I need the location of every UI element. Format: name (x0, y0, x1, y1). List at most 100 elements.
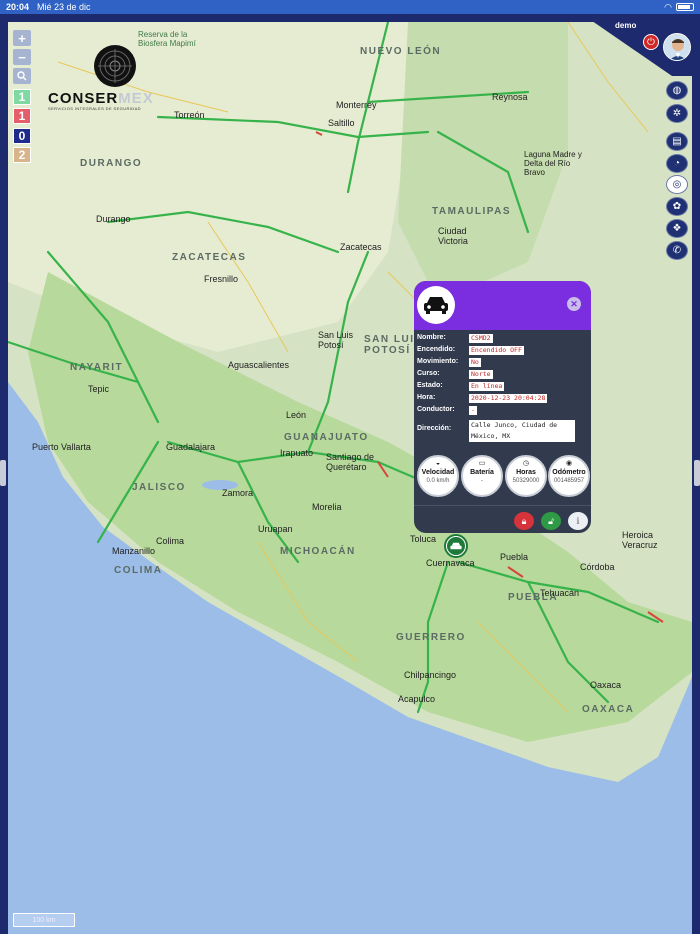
toolbar-paw[interactable]: ✿ (666, 197, 688, 216)
detail-label: Encendido: (417, 346, 456, 353)
logo-emblem (94, 45, 136, 87)
right-panel-handle[interactable] (694, 460, 700, 486)
city-label-chilpancingo: Chilpancingo (404, 670, 457, 680)
city-label-irapuato: Irapuato (280, 448, 314, 458)
state-label-durango: DURANGO (80, 158, 143, 169)
status-bar: 20:04 Mié 23 de dic ◠ (0, 0, 700, 14)
toolbar-target[interactable]: ◎ (666, 175, 688, 194)
city-label-ciudad-victoria: Ciudad Victoria (438, 226, 468, 246)
toolbar-document[interactable]: ▤ (666, 132, 688, 151)
city-label-torreon: Torreón (174, 110, 205, 120)
odometer-icon: ◉ (565, 460, 573, 467)
state-label-nayarit: NAYARIT (70, 362, 124, 373)
city-label-san-luis-potosi: San Luis Potosí (318, 330, 354, 350)
avatar[interactable] (663, 33, 691, 61)
city-label-cuernavaca: Cuernavaca (426, 558, 475, 568)
unlock-button[interactable]: 🔓︎ (541, 512, 561, 530)
city-label-puerto-vallarta: Puerto Vallarta (32, 442, 91, 452)
detail-row: Movimiento: No (417, 358, 481, 367)
detail-row: Curso: Norte (417, 370, 493, 379)
city-label-monterrey: Monterrey (336, 100, 377, 110)
document-icon: ▤ (672, 136, 682, 147)
city-label-uruapan: Uruapan (258, 524, 293, 534)
counter-green[interactable]: 1 (13, 89, 31, 105)
toolbar-layers[interactable]: ❖ (666, 219, 688, 238)
clock-icon: ◷ (522, 460, 530, 467)
unlock-icon: 🔓︎ (548, 515, 554, 526)
car-icon (424, 297, 448, 314)
metric-speed: ◒ Velocidad 0.0 km/h (417, 455, 459, 497)
metric-hours: ◷ Horas 50329000 (505, 455, 547, 497)
gear-icon: ✲ (672, 108, 682, 119)
target-emblem-icon (98, 49, 132, 83)
vehicle-badge (417, 286, 455, 324)
toolbar-globe[interactable]: ◍ (666, 81, 688, 100)
vehicle-marker-inner (447, 537, 465, 555)
detail-label: Conductor: (417, 406, 455, 413)
counter-red[interactable]: 1 (13, 108, 31, 124)
city-label-queretaro: Santiago de Querétaro (326, 452, 375, 472)
user-name: demo (615, 21, 637, 30)
detail-row: Dirección: Calle Junco, Ciudad de México,… (417, 420, 575, 442)
search-icon (17, 71, 27, 81)
detail-row: Encendido: Encendido OFF (417, 346, 524, 355)
city-label-tepic: Tepic (88, 384, 110, 394)
detail-value: No (469, 358, 481, 367)
city-label-fresnillo: Fresnillo (204, 274, 239, 284)
counter-tan[interactable]: 2 (13, 147, 31, 163)
popup-actions: 🔒︎ 🔓︎ ℹ (414, 505, 591, 533)
zoom-out-button[interactable]: − (13, 49, 31, 65)
detail-label: Dirección: (417, 425, 452, 432)
close-popup-button[interactable]: ✕ (567, 297, 581, 311)
metric-value: - (481, 478, 483, 484)
city-label-reynosa: Reynosa (492, 92, 528, 102)
city-label-morelia: Morelia (312, 502, 342, 512)
toolbar-whatsapp[interactable]: ✆ (666, 241, 688, 260)
search-button[interactable] (13, 68, 31, 84)
metric-title: Horas (516, 469, 536, 476)
vehicle-popup: ✕ Nombre: CSMD2 Encendido: Encendido OFF M… (414, 281, 591, 533)
detail-row: Conductor: - (417, 406, 477, 415)
info-button[interactable]: ℹ (568, 512, 588, 530)
detail-value: Norte (469, 370, 493, 379)
detail-value-address: Calle Junco, Ciudad de México, MX (469, 420, 575, 442)
chat-icon: ◔ (673, 158, 681, 169)
metric-value: 50329000 (512, 478, 540, 484)
globe-icon: ◍ (672, 85, 682, 96)
detail-value: En línea (469, 382, 505, 391)
speedometer-icon: ◒ (435, 460, 441, 467)
info-icon: ℹ (576, 515, 580, 526)
logo-wordmark: CONSERMEX (48, 90, 154, 107)
metric-title: Odómetro (552, 469, 586, 476)
detail-label: Hora: (417, 394, 436, 401)
counter-blue[interactable]: 0 (13, 128, 31, 144)
city-label-puebla: Puebla (500, 552, 529, 562)
state-label-michoacan: MICHOACÁN (280, 546, 356, 557)
detail-value: Encendido OFF (469, 346, 524, 355)
city-label-veracruz: Heroica Veracruz (622, 530, 658, 550)
logout-button[interactable]: ⏻ (643, 34, 659, 50)
state-label-guanajuato: GUANAJUATO (284, 432, 369, 443)
logo-text-light: MEX (118, 90, 154, 107)
toolbar-settings[interactable]: ✲ (666, 104, 688, 123)
logo-subtitle: SERVICIOS INTEGRALES DE SEGURIDAD (48, 106, 141, 111)
logo-text-dark: CONSER (48, 90, 119, 107)
city-label-guadalajara: Guadalajara (166, 442, 216, 452)
vehicle-map-marker[interactable] (444, 534, 468, 558)
toolbar-chat[interactable]: ◔ (666, 154, 688, 173)
car-icon (450, 542, 462, 549)
detail-value: CSMD2 (469, 334, 493, 343)
layers-icon: ❖ (672, 223, 682, 234)
status-date: Mié 23 de dic (37, 2, 91, 12)
city-label-toluca: Toluca (410, 534, 437, 544)
city-label-acapulco: Acapulco (398, 694, 436, 704)
city-label-tehuacan: Tehuacán (540, 588, 580, 598)
city-label-manzanillo: Manzanillo (112, 546, 156, 556)
left-panel-handle[interactable] (0, 460, 6, 486)
state-label-nuevo-leon: NUEVO LEÓN (360, 46, 442, 57)
status-icons: ◠ (664, 2, 694, 13)
lock-button[interactable]: 🔒︎ (514, 512, 534, 530)
zoom-in-button[interactable]: + (13, 30, 31, 46)
metric-value: 0.0 km/h (426, 478, 450, 484)
detail-value: - (469, 406, 477, 415)
